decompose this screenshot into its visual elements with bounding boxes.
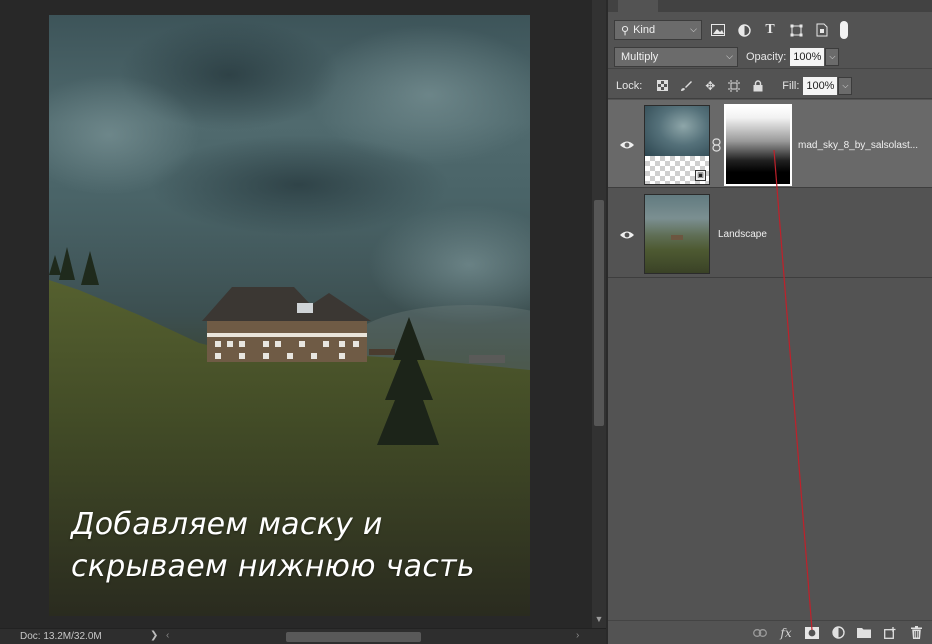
blend-opacity-row: Multiply ⌵ Opacity: 100% ⌵ [608, 45, 932, 69]
layer-thumbnail-landscape[interactable] [644, 194, 710, 274]
layer-row-landscape[interactable]: Landscape [608, 189, 932, 278]
layer-thumbnail-sky[interactable]: ▣ [644, 105, 710, 185]
lock-all-padlock-icon[interactable] [748, 76, 768, 96]
fill-slider-chevron-icon[interactable]: ⌵ [838, 76, 853, 95]
layer-mask-thumbnail[interactable] [724, 104, 792, 186]
horizontal-scroll-thumb[interactable] [286, 632, 421, 642]
filter-toggle-switch[interactable] [840, 21, 848, 39]
tree [81, 251, 99, 285]
delete-layer-trash-icon[interactable] [906, 623, 926, 643]
search-icon: ⚲ [621, 24, 630, 37]
chevron-down-icon: ⌵ [690, 24, 697, 34]
artwork-canvas[interactable]: Добавляем маску и скрываем нижнюю часть [49, 15, 530, 616]
mask-link-chain-icon[interactable] [712, 138, 722, 152]
layer-row-sky[interactable]: ▣ mad_sky_8_by_salsolast... [608, 100, 932, 188]
photoshop-window: Добавляем маску и скрываем нижнюю часть … [0, 0, 932, 644]
new-adjustment-layer-icon[interactable] [828, 623, 848, 643]
filter-kind-select[interactable]: ⚲ Kind ⌵ [614, 20, 702, 40]
lock-artboard-icon[interactable] [724, 76, 744, 96]
document-size-info[interactable]: Doc: 13.2M/32.0M [20, 631, 102, 642]
eye-visibility-icon[interactable] [618, 136, 636, 154]
document-canvas-area[interactable]: Добавляем маску и скрываем нижнюю часть [0, 0, 592, 628]
vertical-scroll-thumb[interactable] [594, 200, 604, 426]
chevron-down-icon: ⌵ [726, 50, 733, 61]
scroll-right-arrow-icon[interactable]: › [576, 630, 579, 641]
caption-line-1: Добавляем маску и [71, 507, 383, 542]
pixel-filter-icon[interactable] [708, 20, 728, 40]
new-group-folder-icon[interactable] [854, 623, 874, 643]
house-thumbnail-detail [671, 235, 683, 240]
lock-fill-row: Lock: ✥ Fill: 100% ⌵ [608, 73, 932, 99]
lock-position-move-icon[interactable]: ✥ [700, 76, 720, 96]
layers-panel: ⚲ Kind ⌵ T Multiply ⌵ Opacity: 100% ⌵ Lo… [606, 0, 932, 644]
blend-mode-value: Multiply [621, 50, 659, 63]
scroll-left-arrow-icon[interactable]: ‹ [166, 630, 169, 641]
caption-line-2: скрываем нижнюю часть [71, 549, 475, 584]
new-layer-icon[interactable] [880, 623, 900, 643]
layer-filter-row: ⚲ Kind ⌵ T [608, 17, 932, 43]
add-layer-mask-icon[interactable] [802, 623, 822, 643]
layers-panel-toolbar: fx [608, 620, 932, 644]
sky-thumbnail-image [645, 106, 709, 156]
eye-visibility-icon[interactable] [618, 226, 636, 244]
type-filter-icon[interactable]: T [760, 20, 780, 40]
panel-tab-strip [608, 0, 932, 12]
shape-filter-icon[interactable] [786, 20, 806, 40]
scroll-down-arrow-icon[interactable]: ▼ [592, 612, 606, 626]
tab-layers[interactable] [618, 0, 658, 12]
opacity-label: Opacity: [746, 50, 787, 63]
opacity-slider-chevron-icon[interactable]: ⌵ [825, 47, 840, 66]
smart-object-filter-icon[interactable] [812, 20, 832, 40]
fill-input[interactable]: 100% [803, 76, 838, 95]
status-bar: Doc: 13.2M/32.0M ❯ ‹ › [0, 628, 606, 644]
lock-image-pixels-brush-icon[interactable] [676, 76, 696, 96]
distant-shed [469, 355, 505, 363]
opacity-input[interactable]: 100% [790, 47, 825, 66]
smart-object-badge-icon: ▣ [695, 170, 706, 181]
link-layers-icon[interactable] [750, 623, 770, 643]
layer-style-fx-icon[interactable]: fx [776, 623, 796, 643]
status-menu-arrow-icon[interactable]: ❯ [150, 630, 158, 641]
layer-name-landscape[interactable]: Landscape [718, 229, 767, 240]
house [202, 287, 395, 362]
filter-kind-label: Kind [633, 24, 656, 36]
lock-label: Lock: [616, 79, 643, 92]
lock-transparent-pixels-icon[interactable] [652, 76, 672, 96]
blend-mode-select[interactable]: Multiply ⌵ [614, 46, 738, 67]
vertical-scrollbar[interactable]: ▼ [592, 0, 606, 628]
layer-name-sky[interactable]: mad_sky_8_by_salsolast... [798, 140, 918, 151]
fill-label: Fill: [782, 79, 800, 92]
tree [49, 255, 61, 275]
tree [59, 247, 75, 280]
adjustment-filter-icon[interactable] [734, 20, 754, 40]
